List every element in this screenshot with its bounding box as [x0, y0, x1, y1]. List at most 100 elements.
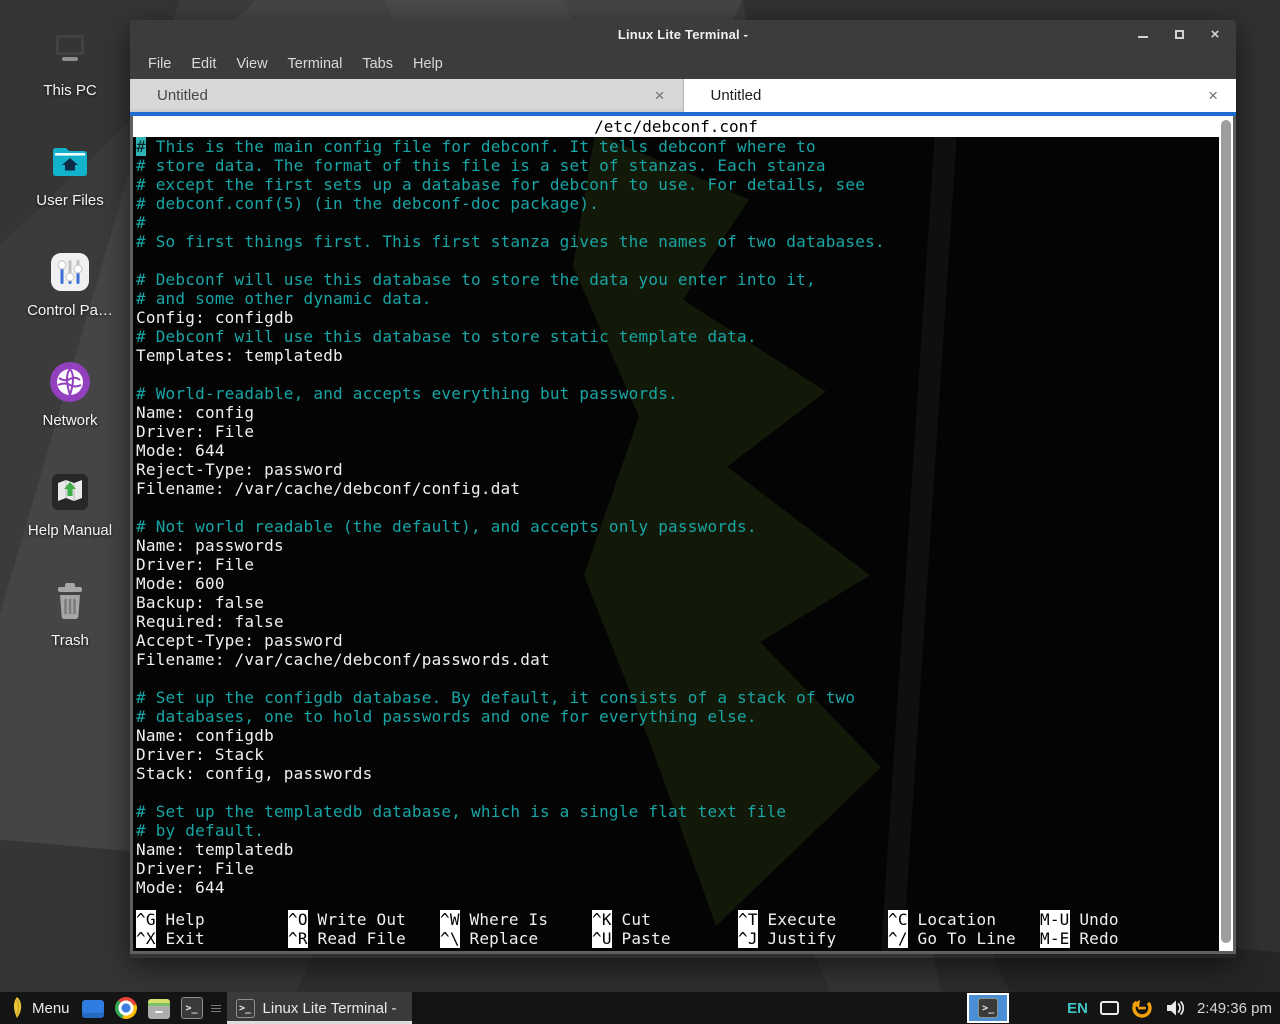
desktop-icon-label: Help Manual [28, 522, 112, 539]
linux-lite-logo-icon[interactable] [8, 996, 26, 1020]
nano-line [136, 669, 1233, 688]
quick-launchers [82, 997, 203, 1019]
nano-line: Required: false [136, 612, 1233, 631]
desktop-icon-label: Control Pa… [27, 302, 113, 319]
menu-view[interactable]: View [226, 48, 277, 79]
minimize-icon [1138, 36, 1148, 38]
terminal-window: Linux Lite Terminal - × FileEditViewTerm… [130, 20, 1236, 958]
file-manager-icon[interactable] [82, 1000, 104, 1018]
nano-line: # So first things first. This first stan… [136, 232, 1233, 251]
nano-line: Reject-Type: password [136, 460, 1233, 479]
nano-line: Mode: 644 [136, 441, 1233, 460]
nano-line: Backup: false [136, 593, 1233, 612]
nano-line: # databases, one to hold passwords and o… [136, 707, 1233, 726]
desktop-icon-label: User Files [36, 192, 104, 209]
nano-line: # by default. [136, 821, 1233, 840]
system-tray: EN 2:49:36 pm [1067, 997, 1280, 1019]
nano-shortcut-location: ^C Location [888, 910, 1040, 929]
desktop-icon-control-panel[interactable]: Control Pa… [14, 248, 126, 358]
desktop-icon-user-files[interactable]: User Files [14, 138, 126, 248]
nano-line: Name: configdb [136, 726, 1233, 745]
control-panel-icon [46, 248, 94, 296]
tab-close-icon[interactable]: × [655, 87, 665, 104]
nano-line: Name: config [136, 403, 1233, 422]
nano-line: Name: passwords [136, 536, 1233, 555]
menu-help[interactable]: Help [403, 48, 453, 79]
keyboard-layout-indicator[interactable]: EN [1067, 1000, 1088, 1017]
nano-line: Stack: config, passwords [136, 764, 1233, 783]
nano-line: # and some other dynamic data. [136, 289, 1233, 308]
nano-line: # Debconf will use this database to stor… [136, 327, 1233, 346]
trash-icon [46, 578, 94, 626]
taskbar-window-button[interactable]: Linux Lite Terminal - [227, 992, 413, 1024]
desktop-icon-network[interactable]: Network [14, 358, 126, 468]
terminal-tray-icon [978, 998, 998, 1018]
desktop-icon-trash[interactable]: Trash [14, 578, 126, 688]
nano-line: Config: configdb [136, 308, 1233, 327]
close-icon: × [1211, 27, 1220, 42]
nano-line: # Set up the templatedb database, which … [136, 802, 1233, 821]
window-title: Linux Lite Terminal - [618, 27, 748, 42]
tab-close-icon[interactable]: × [1208, 87, 1218, 104]
tab-untitled-1[interactable]: Untitled × [130, 79, 684, 112]
tab-untitled-2[interactable]: Untitled × [684, 79, 1237, 112]
nano-line: Driver: File [136, 422, 1233, 441]
nano-shortcut-undo: M-U Undo [1040, 910, 1192, 929]
window-titlebar[interactable]: Linux Lite Terminal - × [130, 20, 1236, 48]
display-icon[interactable] [1100, 1001, 1119, 1015]
nano-line: # debconf.conf(5) (in the debconf-doc pa… [136, 194, 1233, 213]
scrollbar[interactable] [1219, 116, 1233, 951]
menu-button[interactable]: Menu [32, 1000, 70, 1017]
nano-shortcut-paste: ^U Paste [592, 929, 738, 948]
nano-shortcut-help: ^G Help [136, 910, 288, 929]
tasklist-handle[interactable] [211, 998, 221, 1018]
nano-shortcut-read-file: ^R Read File [288, 929, 440, 948]
desktop-icon-label: This PC [43, 82, 96, 99]
nano-line: # store data. The format of this file is… [136, 156, 1233, 175]
nano-line: # [136, 213, 1233, 232]
nano-shortcut-bar: ^G Help^O Write Out^W Where Is^K Cut^T E… [133, 910, 1213, 948]
menu-file[interactable]: File [138, 48, 181, 79]
nano-line: # This is the main config file for debco… [136, 137, 1233, 156]
nano-line [136, 365, 1233, 384]
nano-editor[interactable]: GNU nano 7.2 /etc/debconf.conf # This is… [130, 116, 1236, 954]
scrollbar-thumb[interactable] [1221, 120, 1231, 943]
terminal-launcher-icon[interactable] [181, 997, 203, 1019]
update-notifier-icon[interactable] [1131, 997, 1153, 1019]
desktop-icon-this-pc[interactable]: This PC [14, 28, 126, 138]
text-cursor: # [136, 137, 146, 156]
nano-filename: /etc/debconf.conf [133, 116, 1219, 137]
desktop-icon-help-manual[interactable]: Help Manual [14, 468, 126, 578]
nano-line: # Set up the configdb database. By defau… [136, 688, 1233, 707]
home-folder-icon [46, 138, 94, 186]
nano-shortcut-execute: ^T Execute [738, 910, 888, 929]
nano-line: # except the first sets up a database fo… [136, 175, 1233, 194]
taskbar: Menu Linux Lite Terminal - EN [0, 992, 1280, 1024]
nano-line: Mode: 644 [136, 878, 1233, 897]
tab-label: Untitled [684, 87, 762, 104]
maximize-button[interactable] [1172, 27, 1186, 41]
taskbar-window-title: Linux Lite Terminal - [263, 1000, 397, 1017]
volume-icon[interactable] [1165, 999, 1185, 1017]
tab-bar: Untitled × Untitled × [130, 79, 1236, 116]
desktop-icon-label: Trash [51, 632, 89, 649]
maximize-icon [1175, 30, 1184, 39]
tray-terminal-button[interactable] [967, 993, 1009, 1023]
archive-manager-icon[interactable] [148, 999, 170, 1019]
nano-shortcut-cut: ^K Cut [592, 910, 738, 929]
menu-terminal[interactable]: Terminal [278, 48, 353, 79]
minimize-button[interactable] [1136, 27, 1150, 41]
menu-tabs[interactable]: Tabs [352, 48, 403, 79]
chrome-browser-icon[interactable] [115, 997, 137, 1019]
nano-shortcut-write-out: ^O Write Out [288, 910, 440, 929]
clock[interactable]: 2:49:36 pm [1197, 1000, 1272, 1017]
nano-text-area[interactable]: # This is the main config file for debco… [133, 137, 1233, 897]
nano-shortcut-row-1: ^G Help^O Write Out^W Where Is^K Cut^T E… [136, 910, 1213, 929]
close-button[interactable]: × [1208, 27, 1222, 41]
window-controls: × [1136, 20, 1222, 48]
nano-line: Filename: /var/cache/debconf/config.dat [136, 479, 1233, 498]
menu-edit[interactable]: Edit [181, 48, 226, 79]
nano-shortcut-row-2: ^X Exit^R Read File^\ Replace^U Paste^J … [136, 929, 1213, 948]
terminal-icon [236, 999, 255, 1018]
nano-shortcut-where-is: ^W Where Is [440, 910, 592, 929]
